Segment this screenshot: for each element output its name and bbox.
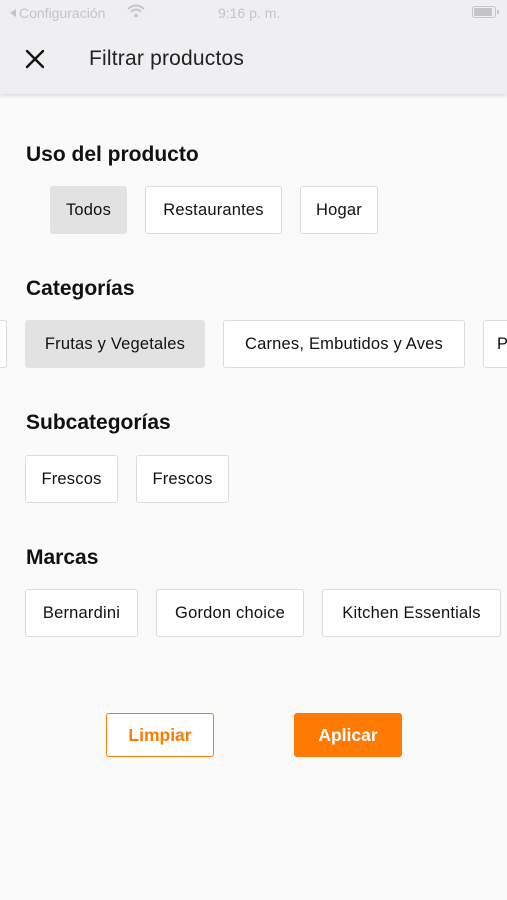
chip-row-uso: Todos Restaurantes Hogar: [0, 186, 507, 234]
section-title-uso: Uso del producto: [26, 143, 199, 166]
chip-marca-kitchen-essentials[interactable]: Kitchen Essentials: [322, 589, 501, 637]
top-bar: Configuración 9:16 p. m. Filtrar product…: [0, 0, 507, 94]
filter-screen: Configuración 9:16 p. m. Filtrar product…: [0, 0, 507, 900]
page-title: Filtrar productos: [89, 47, 245, 70]
back-triangle-icon: [10, 9, 16, 17]
chip-subcategoria-frescos-2[interactable]: Frescos: [136, 455, 229, 503]
chip-row-marcas: Bernardini Gordon choice Kitchen Essenti…: [0, 589, 507, 637]
apply-button[interactable]: Aplicar: [294, 713, 402, 757]
chip-row-categorias: Frutas y Vegetales Carnes, Embutidos y A…: [0, 320, 507, 368]
chip-uso-hogar[interactable]: Hogar: [300, 186, 378, 234]
wifi-icon: [127, 4, 145, 18]
chip-subcategoria-frescos-1[interactable]: Frescos: [25, 455, 118, 503]
close-icon: [25, 49, 45, 69]
chip-categoria-partial-left[interactable]: [0, 320, 7, 368]
battery-icon: [472, 6, 499, 18]
status-time: 9:16 p. m.: [218, 5, 281, 21]
chip-categoria-carnes[interactable]: Carnes, Embutidos y Aves: [223, 320, 465, 368]
status-bar: Configuración 9:16 p. m.: [0, 0, 507, 26]
chip-row-subcategorias: Frescos Frescos: [0, 455, 507, 503]
clear-button[interactable]: Limpiar: [106, 713, 214, 757]
chip-categoria-frutas[interactable]: Frutas y Vegetales: [25, 320, 205, 368]
battery-fill: [474, 8, 492, 16]
section-title-categorias: Categorías: [26, 277, 135, 300]
chip-uso-restaurantes[interactable]: Restaurantes: [145, 186, 282, 234]
section-title-marcas: Marcas: [26, 546, 99, 569]
chip-categoria-partial-right[interactable]: P: [483, 320, 507, 368]
chip-marca-bernardini[interactable]: Bernardini: [25, 589, 138, 637]
close-button[interactable]: [20, 44, 50, 74]
section-title-subcategorias: Subcategorías: [26, 411, 171, 434]
status-back-link[interactable]: Configuración: [10, 5, 105, 21]
status-back-label: Configuración: [19, 5, 106, 21]
chip-uso-todos[interactable]: Todos: [50, 186, 127, 234]
chip-marca-gordon-choice[interactable]: Gordon choice: [156, 589, 304, 637]
